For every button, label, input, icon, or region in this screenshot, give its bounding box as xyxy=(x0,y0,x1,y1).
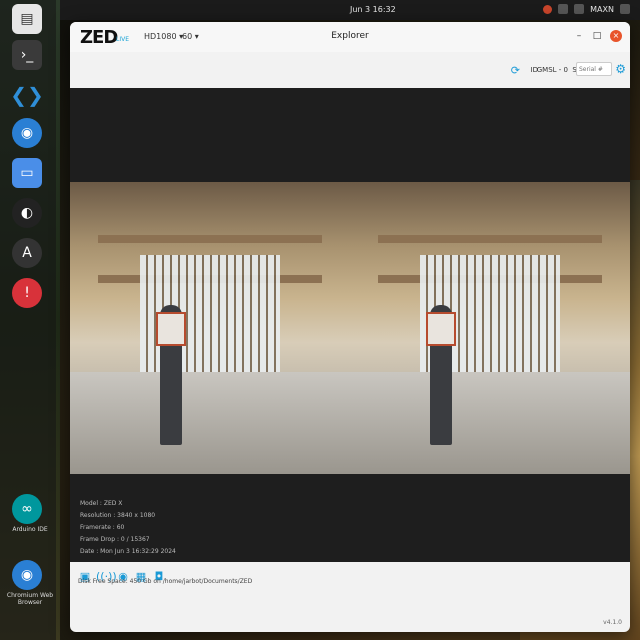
dock-label-arduino: Arduino IDE xyxy=(12,526,48,533)
volume-icon[interactable] xyxy=(574,4,585,14)
scene-balcony xyxy=(378,234,602,243)
close-icon[interactable]: × xyxy=(610,30,622,42)
gear-icon[interactable]: ⚙ xyxy=(615,62,626,76)
assistant-icon[interactable]: A xyxy=(12,238,42,268)
serial-number-input[interactable] xyxy=(576,62,612,76)
scene-floor xyxy=(350,371,630,474)
window-controls: – □ × xyxy=(574,30,622,42)
info-framerate: Framerate : 60 xyxy=(80,524,125,531)
system-tray: MAXN xyxy=(543,4,630,14)
title-bar[interactable]: ZED LIVE HD1080 ▾ 60 ▾ Explorer – □ × xyxy=(70,22,630,53)
scene-floor xyxy=(70,371,350,474)
dock-label-chromium: Chromium Web Browser xyxy=(6,592,54,606)
maximize-icon[interactable]: □ xyxy=(592,31,602,41)
info-date: Date : Mon Jun 3 16:32:29 2024 xyxy=(80,548,176,555)
video-viewer[interactable]: Model : ZED X Resolution : 3840 x 1080 F… xyxy=(70,88,630,598)
arduino-icon[interactable]: ∞ xyxy=(12,494,42,524)
camera-port-select[interactable]: GMSL - 0 xyxy=(537,66,568,74)
vscode-icon[interactable]: ❮❯ xyxy=(10,80,44,110)
info-model: Model : ZED X xyxy=(80,500,123,507)
window-icon[interactable]: ▭ xyxy=(12,158,42,188)
power-mode-label[interactable]: MAXN xyxy=(590,5,614,14)
right-eye-view xyxy=(350,182,630,474)
camera-toolbar: ⟳ ID GMSL - 0 SN ⚙ xyxy=(70,52,630,88)
window-title: Explorer xyxy=(331,31,369,41)
scene-sign xyxy=(426,312,456,346)
scene-balcony xyxy=(98,234,322,243)
chromium-icon[interactable]: ◉ xyxy=(12,118,42,148)
info-frame-drop: Frame Drop : 0 / 15367 xyxy=(80,536,150,543)
scene-sign xyxy=(156,312,186,346)
camera-info: Model : ZED X Resolution : 3840 x 1080 F… xyxy=(80,498,176,558)
stereo-video[interactable] xyxy=(70,182,630,474)
alert-icon[interactable]: ! xyxy=(12,278,42,308)
zed-explorer-window: ZED LIVE HD1080 ▾ 60 ▾ Explorer – □ × ⟳ … xyxy=(70,22,630,632)
info-resolution: Resolution : 3840 x 1080 xyxy=(80,512,156,519)
folder-icon[interactable]: ▤ xyxy=(12,4,42,34)
chromium-browser-icon[interactable]: ◉ xyxy=(12,560,42,590)
clock[interactable]: Jun 3 16:32 xyxy=(350,5,396,14)
notification-icon[interactable] xyxy=(543,4,553,14)
terminal-icon[interactable]: ›_ xyxy=(12,40,42,70)
refresh-icon[interactable]: ⟳ xyxy=(511,64,520,77)
network-icon[interactable] xyxy=(558,4,569,14)
left-eye-view xyxy=(70,182,350,474)
obs-icon[interactable]: ◐ xyxy=(12,198,42,228)
version-label: v4.1.0 xyxy=(603,619,622,626)
dock: ▤ ›_ ❮❯ ◉ ▭ ◐ A ! ∞ Arduino IDE ◉ Chromi… xyxy=(0,0,56,640)
power-icon[interactable] xyxy=(620,4,630,14)
disk-status: Disk Free Space: 450 Gb on /home/jarbot/… xyxy=(78,578,253,585)
top-bar: Jun 3 16:32 MAXN xyxy=(60,0,640,20)
minimize-icon[interactable]: – xyxy=(574,31,584,41)
